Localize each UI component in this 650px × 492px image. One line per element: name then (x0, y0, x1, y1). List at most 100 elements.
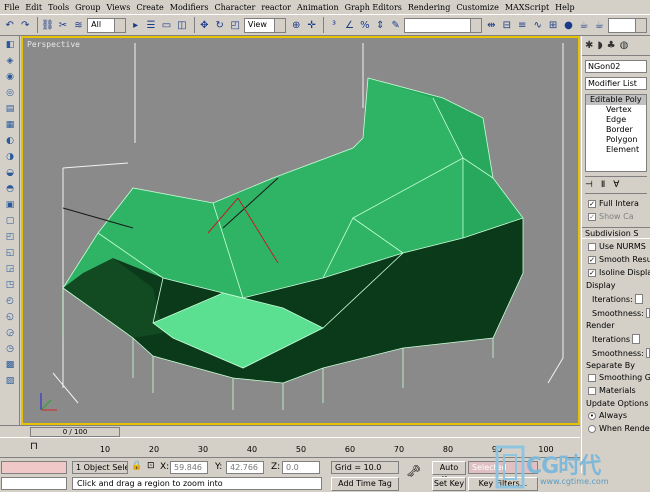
tool-icon[interactable]: ▤ (3, 103, 17, 115)
stack-vertex[interactable]: Vertex (586, 105, 646, 115)
always-radio[interactable]: • Always (588, 410, 650, 421)
tool-icon[interactable]: ◳ (3, 279, 17, 291)
motion-tab-icon[interactable]: ◍ (620, 40, 629, 51)
tool-icon[interactable]: ◶ (3, 327, 17, 339)
object-name-field[interactable]: NGon02 (585, 60, 647, 73)
maxscript-listener-mini[interactable] (1, 461, 67, 474)
auto-key-button[interactable]: Auto Key (432, 461, 466, 484)
layer-manager-icon[interactable]: ≡ (515, 17, 528, 33)
menu-animation[interactable]: Animation (297, 3, 339, 12)
move-icon[interactable]: ✥ (198, 17, 211, 33)
unlink-icon[interactable]: ✂ (56, 17, 69, 33)
smooth-result-checkbox[interactable]: ✓ Smooth Resul (588, 254, 650, 265)
absolute-mode-icon[interactable]: ⊡ (147, 461, 155, 471)
y-coordinate-field[interactable]: 42.766 (226, 461, 264, 474)
tool-icon[interactable]: ▨ (3, 375, 17, 387)
create-tab-icon[interactable]: ✱ (585, 40, 593, 51)
render-scene-icon[interactable]: ☕ (577, 17, 590, 33)
subdivision-rollout-header[interactable]: Subdivision S (582, 227, 650, 239)
rect-region-icon[interactable]: ▭ (160, 17, 173, 33)
tool-icon[interactable]: ◓ (3, 183, 17, 195)
select-by-name-icon[interactable]: ☰ (144, 17, 157, 33)
select-object-icon[interactable]: ▸ (129, 17, 142, 33)
angle-snap-icon[interactable]: ∠ (343, 17, 356, 33)
tool-icon[interactable]: ◴ (3, 295, 17, 307)
tool-icon[interactable]: ◒ (3, 167, 17, 179)
pin-stack-icon[interactable]: ⊣ (585, 180, 593, 190)
menu-tools[interactable]: Tools (48, 3, 69, 12)
spinner-snap-icon[interactable]: ⇕ (374, 17, 387, 33)
stack-edge[interactable]: Edge (586, 115, 646, 125)
show-cage-checkbox[interactable]: ✓ Show Ca (588, 211, 650, 222)
menu-help[interactable]: Help (555, 3, 574, 12)
lock-selection-icon[interactable]: 🔒 (131, 461, 142, 471)
reference-coord-dropdown[interactable]: View (243, 17, 287, 33)
smoothness-spinner[interactable] (645, 308, 650, 318)
named-selection-sets-dropdown[interactable] (404, 17, 482, 33)
track-bar[interactable]: ⊓ 10 20 30 40 50 60 70 80 90 100 (0, 437, 580, 457)
percent-snap-icon[interactable]: % (358, 17, 371, 33)
align-icon[interactable]: ⊟ (500, 17, 513, 33)
menu-views[interactable]: Views (106, 3, 130, 12)
tool-icon[interactable]: ◵ (3, 311, 17, 323)
tool-icon[interactable]: ◉ (3, 71, 17, 83)
menu-file[interactable]: File (4, 3, 19, 12)
stack-element[interactable]: Element (586, 145, 646, 155)
add-time-tag-button[interactable]: Add Time Tag (331, 477, 399, 491)
smoothness-spinner[interactable] (645, 348, 650, 358)
window-crossing-icon[interactable]: ◫ (175, 17, 188, 33)
modifier-list-dropdown[interactable]: Modifier List (585, 77, 647, 90)
track-bar-icon[interactable]: ⊓ (30, 441, 38, 452)
selection-filter-dropdown[interactable]: All (87, 17, 126, 33)
snap-3d-icon[interactable]: ³ (327, 17, 340, 33)
menu-character[interactable]: Character (214, 3, 255, 12)
iterations-spinner[interactable] (632, 334, 641, 344)
tool-icon[interactable]: ◱ (3, 247, 17, 259)
smoothing-groups-checkbox[interactable]: Smoothing Gro (588, 372, 650, 383)
tool-icon[interactable]: ◐ (3, 135, 17, 147)
material-editor-icon[interactable]: ● (562, 17, 575, 33)
select-manipulate-icon[interactable]: ✛ (305, 17, 318, 33)
undo-icon[interactable]: ↶ (3, 17, 16, 33)
menu-maxscript[interactable]: MAXScript (505, 3, 549, 12)
x-coordinate-field[interactable]: 59.846 (170, 461, 208, 474)
curve-editor-icon[interactable]: ∿ (531, 17, 544, 33)
full-interactivity-checkbox[interactable]: ✓ Full Intera (588, 198, 650, 209)
show-end-result-icon[interactable]: Ⅱ (601, 180, 605, 190)
menu-modifiers[interactable]: Modifiers (170, 3, 209, 12)
menu-reactor[interactable]: reactor (261, 3, 291, 12)
menu-customize[interactable]: Customize (456, 3, 499, 12)
stack-editable-poly[interactable]: Editable Poly (586, 95, 646, 105)
rotate-icon[interactable]: ↻ (213, 17, 226, 33)
tool-icon[interactable]: ◧ (3, 39, 17, 51)
tool-icon[interactable]: ◈ (3, 55, 17, 67)
time-slider[interactable]: 0 / 100 (30, 427, 120, 437)
hierarchy-tab-icon[interactable]: ♣ (607, 40, 616, 51)
menu-group[interactable]: Group (75, 3, 100, 12)
named-selection-icon[interactable]: ✎ (389, 17, 402, 33)
isoline-display-checkbox[interactable]: ✓Isoline Display (588, 267, 650, 278)
viewport-label[interactable]: Perspective (27, 40, 80, 49)
render-type-dropdown[interactable] (608, 17, 647, 33)
modify-tab-icon[interactable]: ◗ (597, 40, 602, 51)
tool-icon[interactable]: ◑ (3, 151, 17, 163)
select-link-icon[interactable]: ⛓ (41, 17, 54, 33)
tool-icon[interactable]: ◷ (3, 343, 17, 355)
scale-icon[interactable]: ◰ (228, 17, 241, 33)
when-rendering-radio[interactable]: When Render (588, 423, 650, 434)
viewport-canvas[interactable]: Perspective (23, 38, 578, 423)
key-icon[interactable]: 🗝 (406, 464, 421, 478)
tool-icon[interactable]: ▣ (3, 199, 17, 211)
menu-rendering[interactable]: Rendering (408, 3, 450, 12)
mirror-icon[interactable]: ⇹ (485, 17, 498, 33)
make-unique-icon[interactable]: ∀ (613, 180, 619, 190)
menu-edit[interactable]: Edit (25, 3, 42, 12)
tool-icon[interactable]: ◎ (3, 87, 17, 99)
stack-polygon[interactable]: Polygon (586, 135, 646, 145)
materials-checkbox[interactable]: Materials (588, 385, 650, 396)
z-coordinate-field[interactable]: 0.0 (282, 461, 320, 474)
menu-graph-editors[interactable]: Graph Editors (345, 3, 402, 12)
bind-space-warp-icon[interactable]: ≋ (72, 17, 85, 33)
iterations-spinner[interactable] (634, 294, 643, 304)
schematic-view-icon[interactable]: ⊞ (546, 17, 559, 33)
